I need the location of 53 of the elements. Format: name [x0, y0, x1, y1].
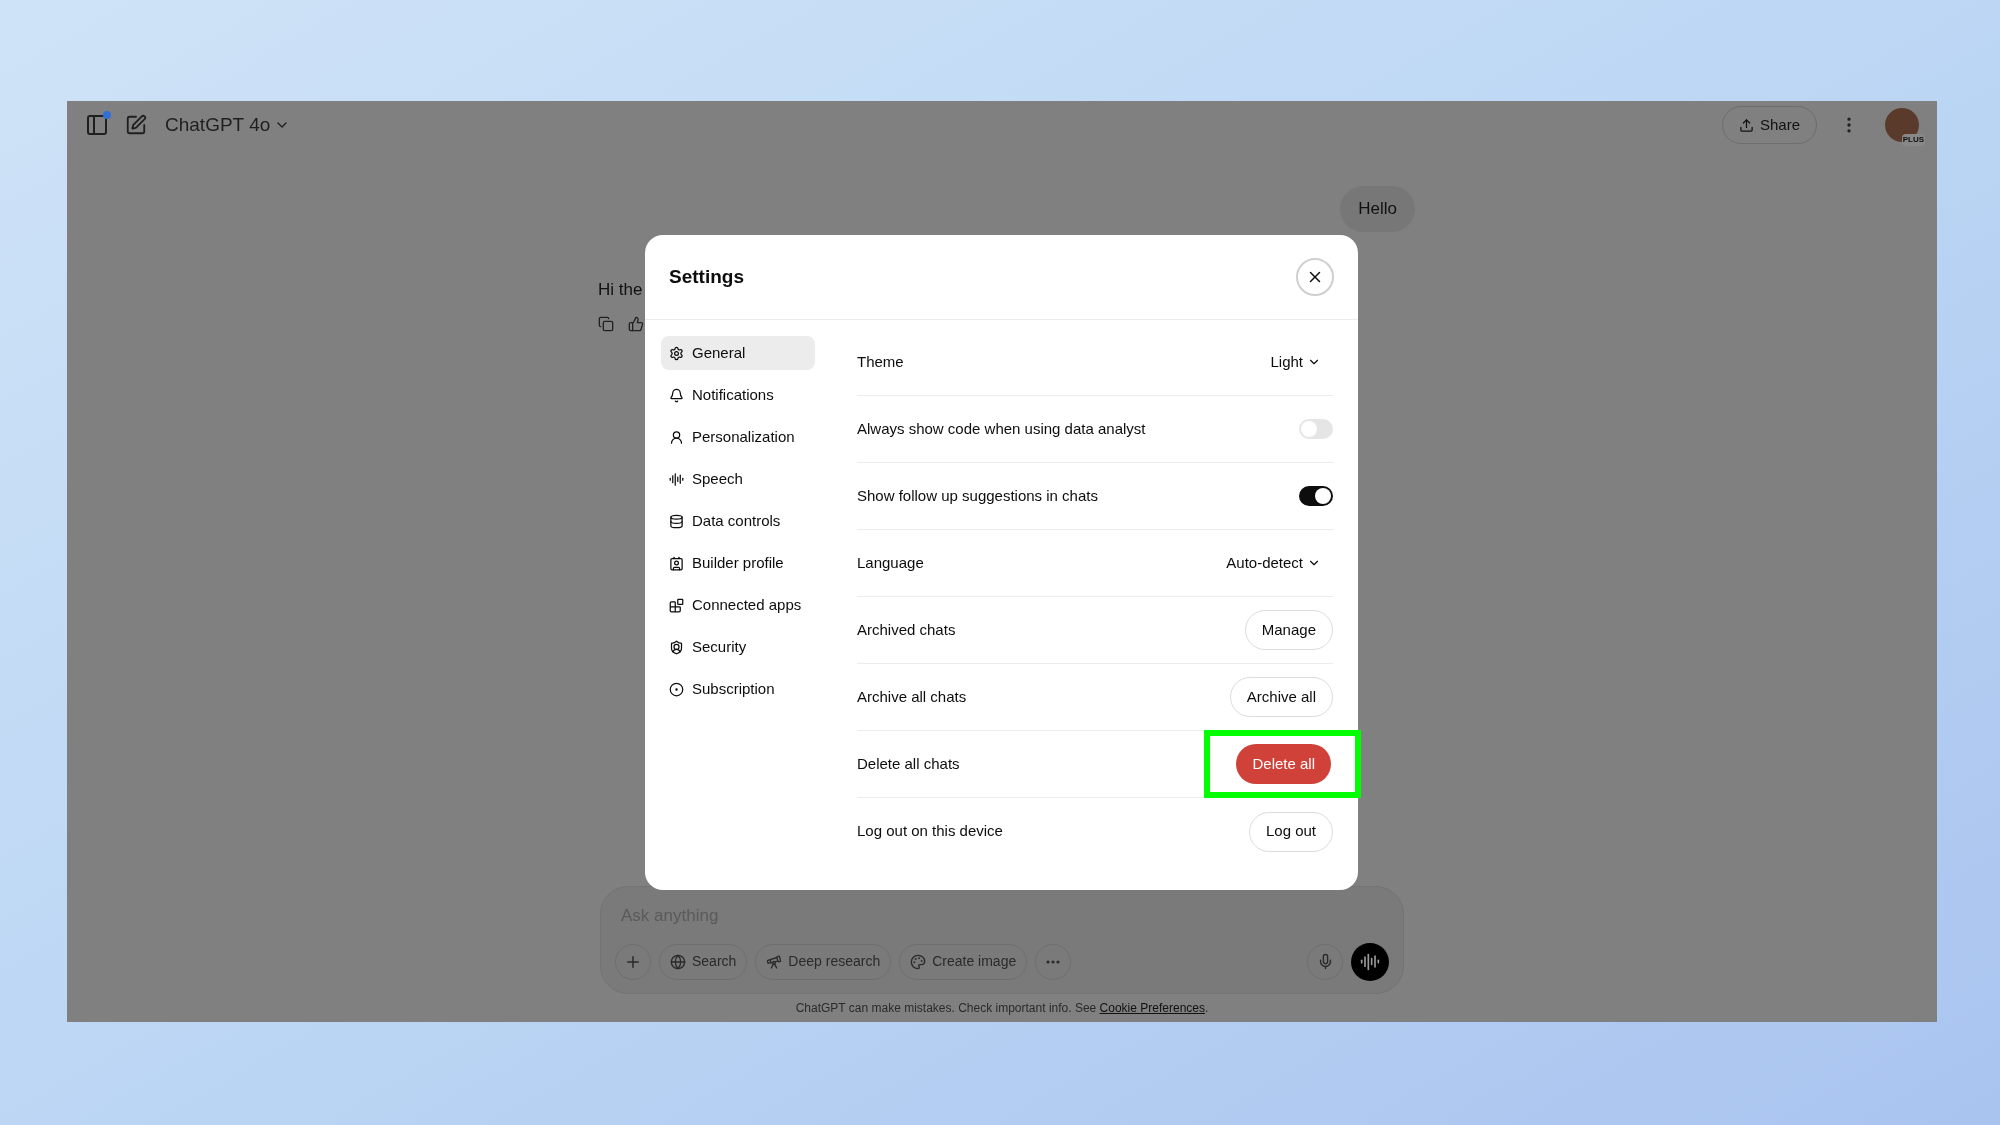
user-message: Hello	[1340, 186, 1415, 232]
copy-icon[interactable]	[598, 316, 614, 332]
close-button[interactable]	[1296, 258, 1334, 296]
settings-nav-item[interactable]: Data controls	[661, 504, 815, 538]
grid-icon	[669, 597, 684, 613]
person-icon	[669, 429, 684, 445]
dropdown-select[interactable]: Light	[1270, 350, 1333, 374]
contact-card-icon	[669, 555, 684, 571]
shield-user-icon	[669, 639, 684, 655]
audio-wave-icon	[1360, 951, 1380, 972]
setting-label: Log out on this device	[857, 821, 1003, 842]
ellipsis-icon	[1046, 959, 1061, 964]
voice-mode-button[interactable]	[1351, 942, 1389, 981]
setting-label: Archive all chats	[857, 686, 967, 707]
settings-nav-item[interactable]: Security	[661, 630, 815, 664]
share-icon	[1738, 117, 1754, 133]
settings-nav-item[interactable]: Personalization	[661, 420, 815, 454]
telescope-icon	[766, 953, 783, 970]
settings-nav-item[interactable]: Speech	[661, 462, 815, 496]
disclaimer-text: ChatGPT can make mistakes. Check important info. See Cookie Preferences.	[794, 1000, 1210, 1017]
setting-label: Archived chats	[857, 619, 956, 640]
setting-label: Delete all chats	[857, 753, 960, 774]
settings-nav-item[interactable]: Subscription	[661, 672, 815, 706]
database-icon	[669, 513, 684, 529]
gear-icon	[669, 345, 684, 361]
dialog-title: Settings	[669, 264, 744, 289]
action-button[interactable]: Log out	[1248, 811, 1333, 852]
bell-icon	[669, 387, 684, 403]
toggle-switch[interactable]	[1299, 486, 1333, 506]
palette-icon	[910, 953, 927, 970]
globe-icon	[670, 953, 686, 970]
setting-label: Always show code when using data analyst	[857, 418, 1146, 439]
delete-button[interactable]: Delete all	[1236, 744, 1331, 784]
toggle-switch[interactable]	[1299, 419, 1333, 439]
dropdown-select[interactable]: Auto-detect	[1226, 551, 1333, 575]
settings-nav-item[interactable]: Connected apps	[661, 588, 815, 622]
setting-label: Language	[857, 552, 924, 573]
setting-label: Show follow up suggestions in chats	[857, 485, 1098, 506]
setting-label: Theme	[857, 351, 904, 372]
action-button[interactable]: Archive all	[1229, 677, 1333, 717]
settings-nav-item[interactable]: General	[661, 336, 815, 370]
audio-wave-icon	[669, 471, 684, 487]
new-chat-icon[interactable]	[125, 114, 147, 136]
settings-nav-item[interactable]: Builder profile	[661, 546, 815, 580]
sidebar-toggle-icon[interactable]	[85, 113, 109, 137]
plan-badge: PLUS	[1901, 134, 1925, 146]
action-button[interactable]: Manage	[1244, 610, 1333, 650]
model-selector[interactable]: ChatGPT 4o	[165, 110, 291, 140]
cookie-preferences-link[interactable]: Cookie Preferences	[1099, 1001, 1205, 1015]
settings-nav-item[interactable]: Notifications	[661, 378, 815, 412]
assistant-message: Hi the	[598, 279, 643, 299]
circle-dot-icon	[669, 681, 684, 697]
thumbs-up-icon[interactable]	[628, 316, 644, 332]
